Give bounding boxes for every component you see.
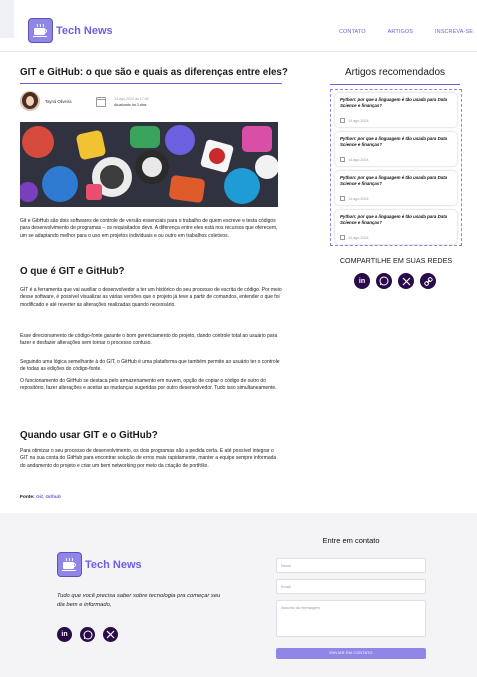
message-field[interactable]: Assunto da mensagem <box>276 600 426 637</box>
linkedin-icon[interactable]: in <box>354 273 370 289</box>
recommended-card-date: 14.ago.2024 <box>340 235 369 240</box>
link-icon[interactable] <box>420 273 436 289</box>
section1-paragraph-3: Seguindo uma lógica semelhante à do GIT,… <box>20 359 280 373</box>
share-title: COMPARTILHE EM SUAS REDES <box>339 256 453 265</box>
date-updated: Atualizado há 3 dias <box>114 103 147 107</box>
calendar-icon <box>96 97 106 107</box>
footer-brand-logo[interactable]: Tech News <box>57 552 142 577</box>
whatsapp-icon[interactable] <box>376 273 392 289</box>
hero-image-stickers <box>20 122 278 207</box>
recommended-card-date: 14.ago.2024 <box>340 157 369 162</box>
x-icon[interactable] <box>103 627 118 642</box>
contact-title: Entre em contato <box>322 536 380 545</box>
email-field[interactable]: Email <box>276 579 426 594</box>
section1-paragraph-4: O funcionamento do GitHub se destaca pel… <box>20 378 277 392</box>
article-intro: Git e GibHub são dois softwares de contr… <box>20 218 278 239</box>
recommended-card-title: Python: por que a linguagem é tão usada … <box>340 136 448 147</box>
coffee-laptop-icon <box>28 18 53 43</box>
calendar-icon <box>340 196 345 201</box>
brand-logo[interactable]: Tech News <box>28 18 113 43</box>
nav-inscreva-se[interactable]: INSCREVA-SE <box>435 29 473 35</box>
main-nav: CONTATO ARTIGOS INSCREVA-SE <box>339 29 477 35</box>
author-name: Tayná Oliveira <box>45 98 72 104</box>
name-field[interactable]: Nome <box>276 558 426 573</box>
calendar-icon <box>340 235 345 240</box>
section2-title: Quando usar GIT e o GitHub? <box>20 430 158 441</box>
header-left-strip <box>0 0 14 38</box>
recommended-card[interactable]: Python: por que a linguagem é tão usada … <box>335 93 457 127</box>
section2-paragraph-1: Para otimizar o seu processo de desenvol… <box>20 448 277 469</box>
send-contact-button[interactable]: ENVIAR EM CONTATO <box>276 648 426 659</box>
section1-paragraph-1: GIT é a ferramenta que vai auxiliar o de… <box>20 287 282 308</box>
recommended-card-title: Python: por que a linguagem é tão usada … <box>340 97 448 108</box>
recommended-card-title: Python: por que a linguagem é tão usada … <box>340 175 448 186</box>
source-label: Fonte: <box>20 495 35 500</box>
calendar-icon <box>340 118 345 123</box>
brand-name: Tech News <box>56 24 113 37</box>
recommended-card-title: Python: por que a linguagem é tão usada … <box>340 214 448 225</box>
recommended-card[interactable]: Python: por que a linguagem é tão usada … <box>335 210 457 244</box>
nav-artigos[interactable]: ARTIGOS <box>388 29 413 35</box>
share-buttons: in <box>354 273 442 289</box>
whatsapp-icon[interactable] <box>80 627 95 642</box>
recommended-card[interactable]: Python: por que a linguagem é tão usada … <box>335 132 457 166</box>
nav-contato[interactable]: CONTATO <box>339 29 366 35</box>
recommended-card-date: 14.ago.2024 <box>340 196 369 201</box>
article-title: GIT e GitHub: o que são e quais as difer… <box>20 67 288 84</box>
recommended-list: Python: por que a linguagem é tão usada … <box>330 89 462 246</box>
author-avatar <box>20 91 40 111</box>
source-links[interactable]: Git, Github <box>36 495 61 500</box>
section1-paragraph-2: Esse direcionamento de código-fonte gara… <box>20 333 278 347</box>
recommended-card[interactable]: Python: por que a linguagem é tão usada … <box>335 171 457 205</box>
x-icon[interactable] <box>398 273 414 289</box>
calendar-icon <box>340 157 345 162</box>
article-dates: 14.ago.2024 às 17:00 Atualizado há 3 dia… <box>114 96 149 108</box>
recommended-card-date: 14.ago.2024 <box>340 118 369 123</box>
section1-title: O que é GIT e GitHub? <box>20 266 125 277</box>
footer-social: in <box>57 627 126 642</box>
coffee-laptop-icon <box>57 552 82 577</box>
author-block: Tayná Oliveira <box>20 91 72 111</box>
footer-tagline: Tudo que você precisa saber sobre tecnol… <box>57 593 221 608</box>
article-source: Fonte: Git, Github <box>20 495 61 500</box>
site-header: Tech News CONTATO ARTIGOS INSCREVA-SE <box>0 0 477 52</box>
linkedin-icon[interactable]: in <box>57 627 72 642</box>
footer-brand-name: Tech News <box>85 558 142 571</box>
recommended-title: Artigos recomendados <box>330 67 460 85</box>
